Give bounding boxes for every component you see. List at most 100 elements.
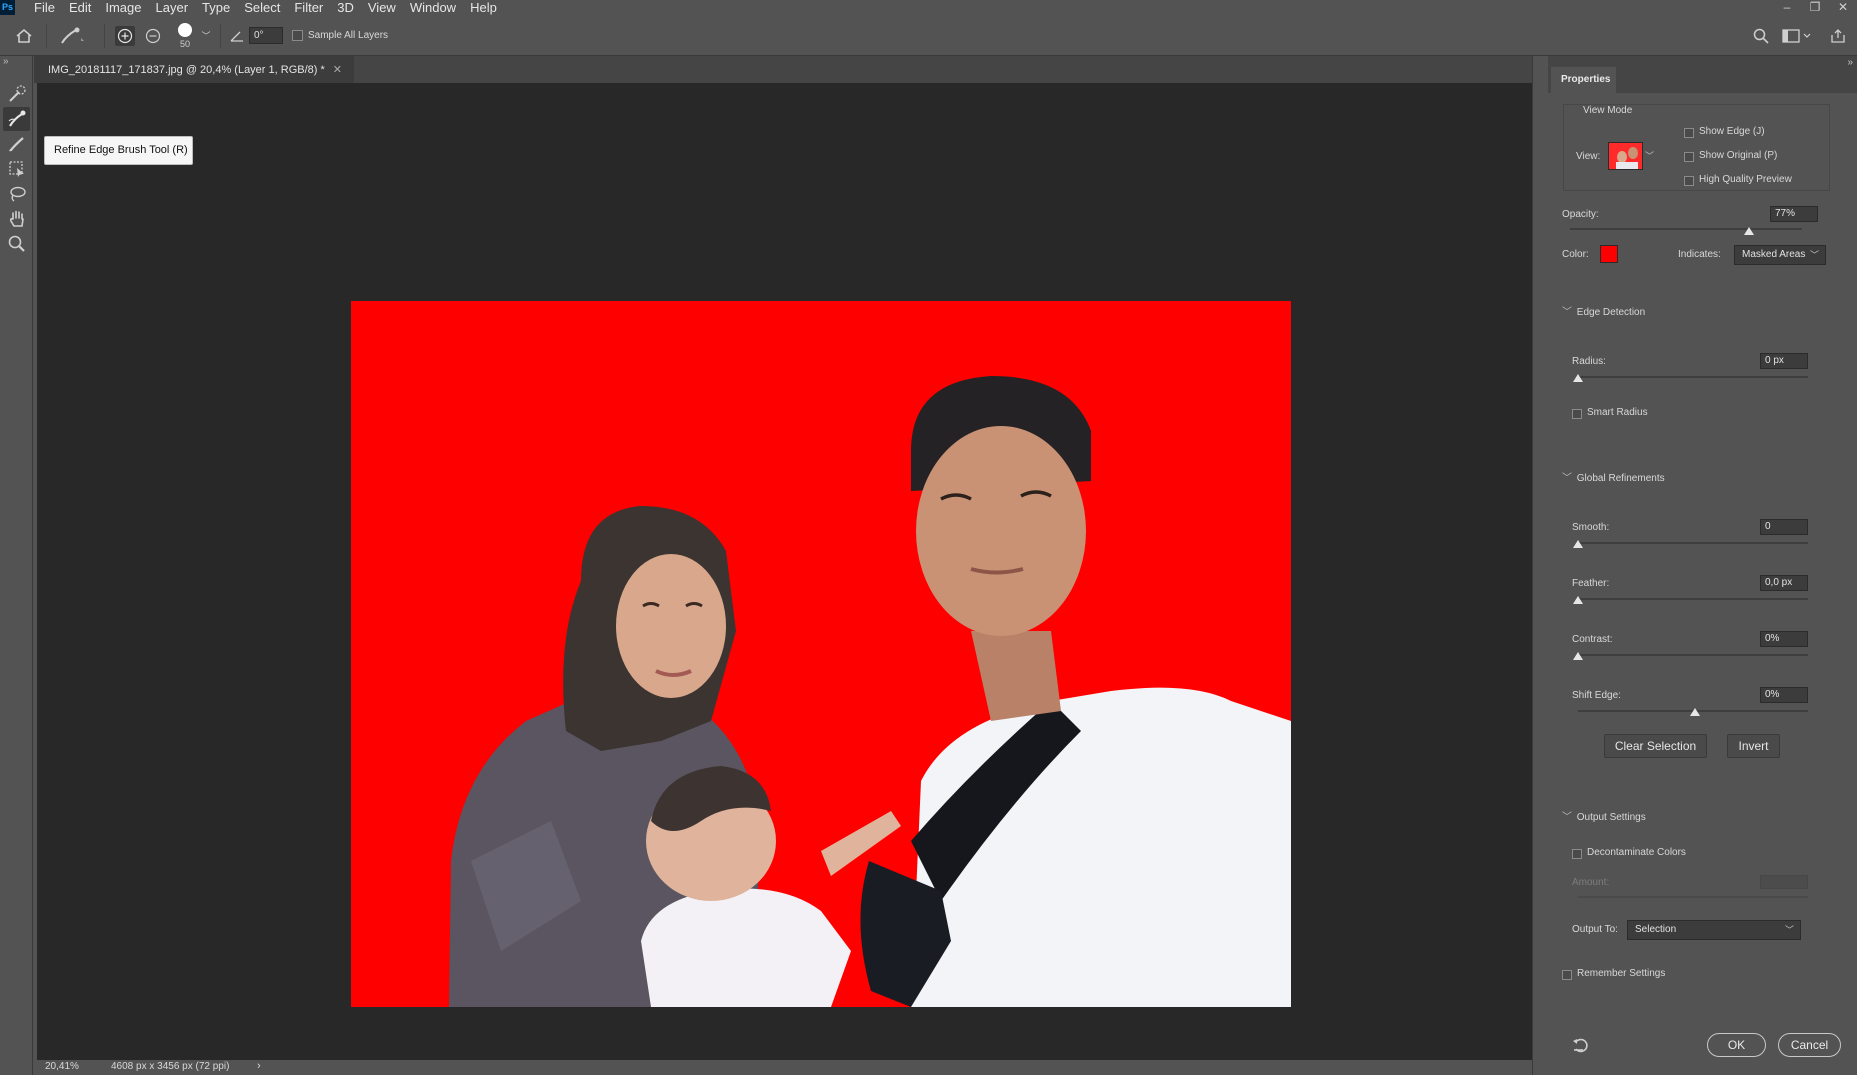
- shift-edge-input[interactable]: 0%: [1760, 687, 1808, 703]
- output-to-label: Output To:: [1572, 924, 1618, 935]
- view-thumbnail[interactable]: [1608, 142, 1643, 170]
- radius-slider-track[interactable]: [1578, 376, 1808, 378]
- brush-options-dropdown[interactable]: ﹀: [199, 15, 213, 56]
- shift-edge-slider-thumb[interactable]: [1690, 708, 1700, 716]
- menu-select[interactable]: Select: [237, 0, 287, 15]
- toolbar-collapse-icon[interactable]: »: [3, 56, 9, 67]
- properties-tab[interactable]: Properties: [1551, 67, 1616, 93]
- document-image[interactable]: [351, 301, 1291, 1007]
- chevron-down-icon: ﹀: [1562, 307, 1572, 318]
- brush-size-value: 50: [179, 38, 190, 49]
- ok-button[interactable]: OK: [1707, 1033, 1766, 1057]
- restore-button[interactable]: ❐: [1801, 0, 1829, 15]
- view-label: View:: [1576, 151, 1601, 162]
- hand-tool[interactable]: [3, 207, 30, 231]
- high-quality-preview-checkbox[interactable]: [1684, 176, 1694, 186]
- reset-button[interactable]: [1572, 1036, 1590, 1054]
- edge-detection-title: Edge Detection: [1576, 307, 1646, 318]
- menu-type[interactable]: Type: [195, 0, 237, 15]
- brush-tool[interactable]: [3, 132, 30, 156]
- view-mode-title: View Mode: [1583, 105, 1633, 116]
- menu-help[interactable]: Help: [463, 0, 504, 15]
- opacity-slider-track[interactable]: [1570, 228, 1802, 230]
- document-dimensions: 4608 px x 3456 px (72 ppi): [111, 1061, 230, 1072]
- angle-icon: [230, 31, 243, 42]
- radius-slider-thumb[interactable]: [1573, 374, 1583, 382]
- menu-filter[interactable]: Filter: [287, 0, 330, 15]
- global-refinements-header[interactable]: ﹀ Global Refinements: [1562, 469, 1665, 484]
- feather-slider-thumb[interactable]: [1573, 596, 1583, 604]
- status-menu-arrow[interactable]: ›: [257, 1060, 261, 1072]
- overlay-color-swatch[interactable]: [1600, 245, 1618, 263]
- smart-radius-checkbox[interactable]: [1572, 409, 1582, 419]
- smooth-slider-track[interactable]: [1578, 542, 1808, 544]
- lasso-tool[interactable]: [3, 182, 30, 206]
- amount-input: [1760, 875, 1808, 889]
- sample-all-layers-label: Sample All Layers: [308, 30, 389, 41]
- view-dropdown-chevron[interactable]: ﹀: [1645, 142, 1655, 170]
- panel-collapse-icon[interactable]: »: [1847, 57, 1853, 68]
- feather-input[interactable]: 0,0 px: [1760, 575, 1808, 591]
- decontaminate-colors-checkbox[interactable]: [1572, 849, 1582, 859]
- cancel-button[interactable]: Cancel: [1778, 1033, 1841, 1057]
- angle-field-wrap: 0°: [248, 15, 284, 56]
- menu-edit[interactable]: Edit: [62, 0, 98, 15]
- share-icon: [1831, 28, 1845, 43]
- close-window-button[interactable]: ✕: [1829, 0, 1857, 15]
- menu-layer[interactable]: Layer: [149, 0, 196, 15]
- clear-selection-button[interactable]: Clear Selection: [1604, 734, 1707, 758]
- refine-edge-brush-tool[interactable]: [3, 107, 30, 131]
- invert-button[interactable]: Invert: [1727, 734, 1780, 758]
- menu-image[interactable]: Image: [98, 0, 148, 15]
- workspace-switcher[interactable]: [1780, 15, 1814, 56]
- restore-edge-button[interactable]: [141, 15, 165, 56]
- show-original-checkbox[interactable]: [1684, 152, 1694, 162]
- contrast-input[interactable]: 0%: [1760, 631, 1808, 647]
- minimize-button[interactable]: –: [1773, 0, 1801, 15]
- document-tab[interactable]: IMG_20181117_171837.jpg @ 20,4% (Layer 1…: [34, 56, 354, 83]
- expand-detection-button[interactable]: [113, 15, 137, 56]
- feather-slider-track[interactable]: [1578, 598, 1808, 600]
- smooth-slider-thumb[interactable]: [1573, 540, 1583, 548]
- opacity-slider-thumb[interactable]: [1743, 227, 1754, 235]
- smooth-input[interactable]: 0: [1760, 519, 1808, 535]
- remember-settings-checkbox[interactable]: [1562, 970, 1572, 980]
- search-button[interactable]: [1749, 15, 1773, 56]
- contrast-slider-thumb[interactable]: [1573, 652, 1583, 660]
- amount-label: Amount:: [1572, 877, 1610, 888]
- show-edge-checkbox[interactable]: [1684, 128, 1694, 138]
- output-settings-header[interactable]: ﹀ Output Settings: [1562, 808, 1646, 823]
- radius-input[interactable]: 0 px: [1760, 353, 1808, 369]
- share-button[interactable]: [1826, 15, 1850, 56]
- separator: [220, 24, 221, 48]
- chevron-down-icon: ﹀: [1784, 925, 1794, 935]
- close-tab-icon[interactable]: ✕: [333, 63, 342, 76]
- indicates-select[interactable]: Masked Areas ﹀: [1734, 245, 1826, 265]
- refine-edge-brush-icon: [8, 110, 25, 127]
- angle-input[interactable]: 0°: [249, 27, 283, 44]
- object-selection-tool[interactable]: [3, 157, 30, 181]
- high-quality-preview-label: High Quality Preview: [1699, 174, 1792, 185]
- menu-file[interactable]: File: [27, 0, 62, 15]
- opacity-label: Opacity:: [1562, 209, 1599, 220]
- zoom-tool[interactable]: [3, 232, 30, 256]
- chevron-down-icon: ﹀: [1809, 250, 1819, 260]
- quick-selection-tool[interactable]: [3, 82, 30, 106]
- sample-all-layers-checkbox[interactable]: [292, 30, 303, 41]
- output-to-select[interactable]: Selection ﹀: [1627, 920, 1801, 940]
- opacity-input[interactable]: 77%: [1770, 206, 1818, 222]
- zoom-level[interactable]: 20,41%: [45, 1061, 79, 1072]
- edge-detection-header[interactable]: ﹀ Edge Detection: [1562, 303, 1645, 318]
- tool-preset-picker[interactable]: [52, 15, 92, 56]
- global-refinements-title: Global Refinements: [1576, 473, 1665, 484]
- contrast-slider-track[interactable]: [1578, 654, 1808, 656]
- menu-3d[interactable]: 3D: [330, 0, 361, 15]
- separator: [46, 24, 47, 48]
- brush-size-preview[interactable]: 50: [172, 15, 198, 56]
- home-button[interactable]: [8, 15, 40, 56]
- menu-window[interactable]: Window: [403, 0, 463, 15]
- menu-view[interactable]: View: [361, 0, 403, 15]
- canvas-area[interactable]: [37, 83, 1532, 1060]
- sample-all-layers-option[interactable]: Sample All Layers: [292, 15, 392, 56]
- output-settings-title: Output Settings: [1576, 812, 1646, 823]
